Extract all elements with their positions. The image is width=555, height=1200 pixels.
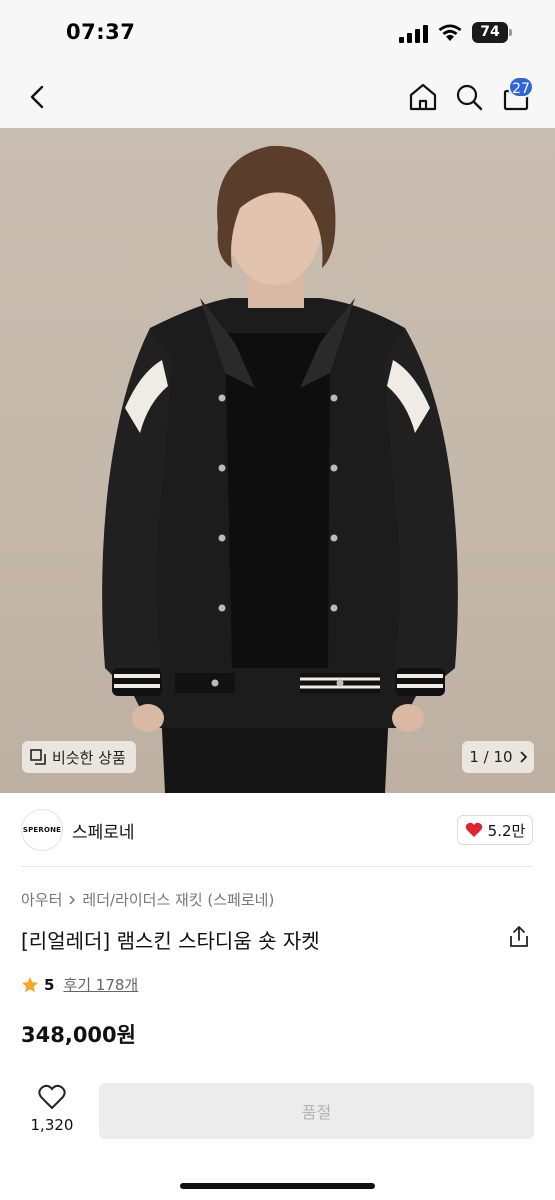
search-icon xyxy=(456,84,483,111)
product-photo xyxy=(102,145,458,793)
divider xyxy=(21,866,533,867)
review-link[interactable]: 후기 178개 xyxy=(63,974,138,995)
similar-items-icon xyxy=(30,749,46,765)
star-icon xyxy=(22,976,38,992)
cart-count-badge: 27 xyxy=(508,76,534,98)
status-time: 07:37 xyxy=(66,20,136,44)
soldout-button: 품절 xyxy=(99,1083,534,1139)
product-price: 348,000원 xyxy=(21,1023,136,1047)
rating-row: 5 후기 178개 xyxy=(21,974,138,995)
share-button[interactable] xyxy=(508,925,534,951)
brand-name[interactable]: 스페로네 xyxy=(72,818,135,843)
back-icon xyxy=(30,85,44,109)
chevron-right-icon xyxy=(69,894,76,905)
chevron-right-icon xyxy=(519,751,527,763)
search-button[interactable] xyxy=(451,66,487,128)
brand-like-button[interactable]: 5.2만 xyxy=(457,815,533,845)
wishlist-button[interactable]: 1,320 xyxy=(24,1084,80,1134)
similar-products-label: 비슷한 상품 xyxy=(52,748,126,767)
product-title: [리얼레더] 램스킨 스타디움 숏 자켓 xyxy=(21,929,320,953)
brand-logo-text: SPERONE xyxy=(22,826,62,834)
cellular-signal-icon xyxy=(399,25,428,43)
home-icon xyxy=(409,83,437,111)
brand-like-count: 5.2만 xyxy=(487,821,526,840)
home-button[interactable] xyxy=(405,66,441,128)
heart-outline-icon xyxy=(38,1084,66,1110)
image-counter-text: 1 / 10 xyxy=(469,748,513,766)
status-bar: 07:37 74 xyxy=(0,0,555,66)
battery-level: 74 xyxy=(472,22,508,43)
wifi-icon xyxy=(438,24,462,41)
battery-icon: 74 xyxy=(472,22,512,43)
share-icon xyxy=(510,926,528,947)
home-indicator xyxy=(180,1183,375,1189)
breadcrumb: 아우터 레더/라이더스 재킷 (스페로네) xyxy=(21,889,274,910)
product-image[interactable] xyxy=(0,128,555,793)
breadcrumb-subcategory[interactable]: 레더/라이더스 재킷 (스페로네) xyxy=(82,889,274,910)
image-counter[interactable]: 1 / 10 xyxy=(462,741,534,773)
nav-bar xyxy=(0,66,555,128)
breadcrumb-category[interactable]: 아우터 xyxy=(21,889,62,910)
heart-filled-icon xyxy=(465,822,482,837)
brand-logo[interactable]: SPERONE xyxy=(21,809,63,851)
back-button[interactable] xyxy=(20,66,54,128)
wishlist-count: 1,320 xyxy=(30,1116,74,1134)
similar-products-button[interactable]: 비슷한 상품 xyxy=(22,741,136,773)
rating-score: 5 xyxy=(44,975,55,994)
